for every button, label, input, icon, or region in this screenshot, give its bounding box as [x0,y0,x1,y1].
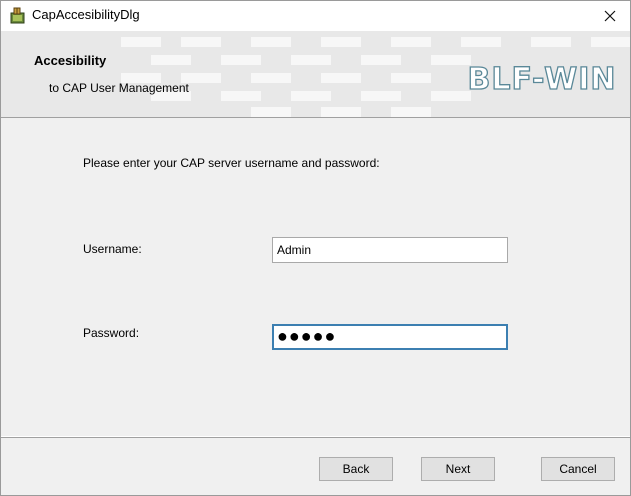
cancel-button[interactable]: Cancel [541,457,615,481]
password-field[interactable]: ●●●●● [272,324,508,350]
svg-text:BLF-WIN: BLF-WIN [468,62,616,95]
close-button[interactable] [590,1,630,30]
close-icon [604,10,616,21]
instruction-text: Please enter your CAP server username an… [83,156,380,170]
installer-icon [10,7,25,24]
button-bar: Back Next Cancel [1,438,630,495]
main-panel: Please enter your CAP server username an… [1,118,630,436]
banner-subtitle: to CAP User Management [49,81,189,95]
username-field[interactable] [272,237,508,263]
blf-win-logo: BLF-WIN [468,61,616,95]
dialog-window: CapAccesibilityDlg Accesibility to CAP U… [0,0,631,496]
header-banner: Accesibility to CAP User Management BLF-… [1,31,630,117]
banner-title: Accesibility [34,53,107,68]
title-bar[interactable]: CapAccesibilityDlg [1,1,630,30]
window-title: CapAccesibilityDlg [32,7,140,22]
next-button[interactable]: Next [421,457,495,481]
password-label: Password: [83,326,140,340]
username-label: Username: [83,242,142,256]
back-button[interactable]: Back [319,457,393,481]
